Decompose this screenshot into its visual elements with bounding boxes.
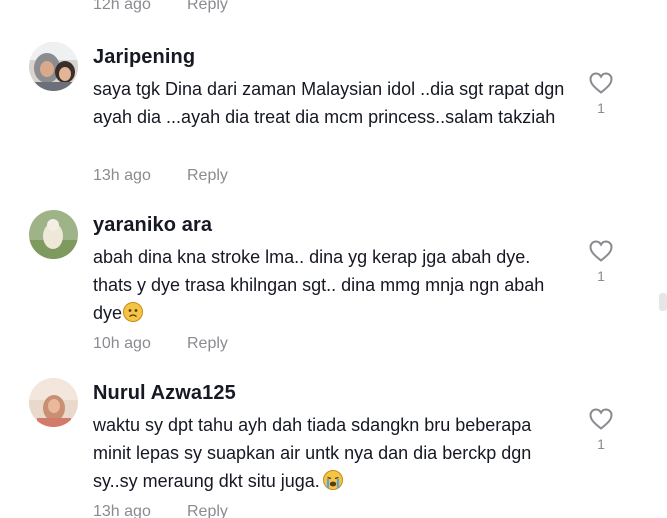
comment-meta: 10h ago Reply xyxy=(93,335,228,353)
reply-button[interactable]: Reply xyxy=(187,503,228,518)
like-button[interactable]: 1 xyxy=(588,408,614,452)
comment-time: 10h ago xyxy=(93,335,151,352)
comment-meta: 13h ago Reply xyxy=(93,503,228,518)
comment-text: saya tgk Dina dari zaman Malaysian idol … xyxy=(93,79,565,127)
reply-button[interactable]: Reply xyxy=(187,167,228,185)
comment-time: 13h ago xyxy=(93,167,151,184)
like-count: 1 xyxy=(597,436,605,452)
like-count: 1 xyxy=(597,100,605,116)
heart-icon xyxy=(589,72,613,94)
comment-username[interactable]: Nurul Azwa125 xyxy=(93,382,236,405)
comment-username[interactable]: yaraniko ara xyxy=(93,214,212,237)
avatar[interactable] xyxy=(29,42,78,91)
comment-text-body: abah dina kna stroke lma.. dina yg kerap… xyxy=(93,247,545,323)
heart-icon xyxy=(589,240,613,262)
avatar[interactable] xyxy=(29,378,78,427)
comment-text: abah dina kna stroke lma.. dina yg kerap… xyxy=(93,243,573,327)
like-button[interactable]: 1 xyxy=(588,240,614,284)
comment-time: 13h ago xyxy=(93,503,151,518)
comment-text-body: waktu sy dpt tahu ayh dah tiada sdangkn … xyxy=(93,415,532,491)
reply-button[interactable]: Reply xyxy=(187,0,228,14)
like-count: 1 xyxy=(597,268,605,284)
sad-face-emoji xyxy=(123,302,144,322)
comments-panel: 12h ago Reply Jaripening saya tgk Dina d… xyxy=(0,0,667,518)
crying-face-emoji xyxy=(322,470,343,490)
comment-time: 12h ago xyxy=(93,0,151,13)
comment-meta: 13h ago Reply xyxy=(93,167,228,185)
comment-username[interactable]: Jaripening xyxy=(93,46,195,69)
previous-comment-meta: 12h ago Reply xyxy=(93,0,228,14)
like-button[interactable]: 1 xyxy=(588,72,614,116)
avatar[interactable] xyxy=(29,210,78,259)
reply-button[interactable]: Reply xyxy=(187,335,228,353)
comment-text: waktu sy dpt tahu ayh dah tiada sdangkn … xyxy=(93,411,573,495)
heart-icon xyxy=(589,408,613,430)
scrollbar-thumb[interactable] xyxy=(659,293,667,311)
